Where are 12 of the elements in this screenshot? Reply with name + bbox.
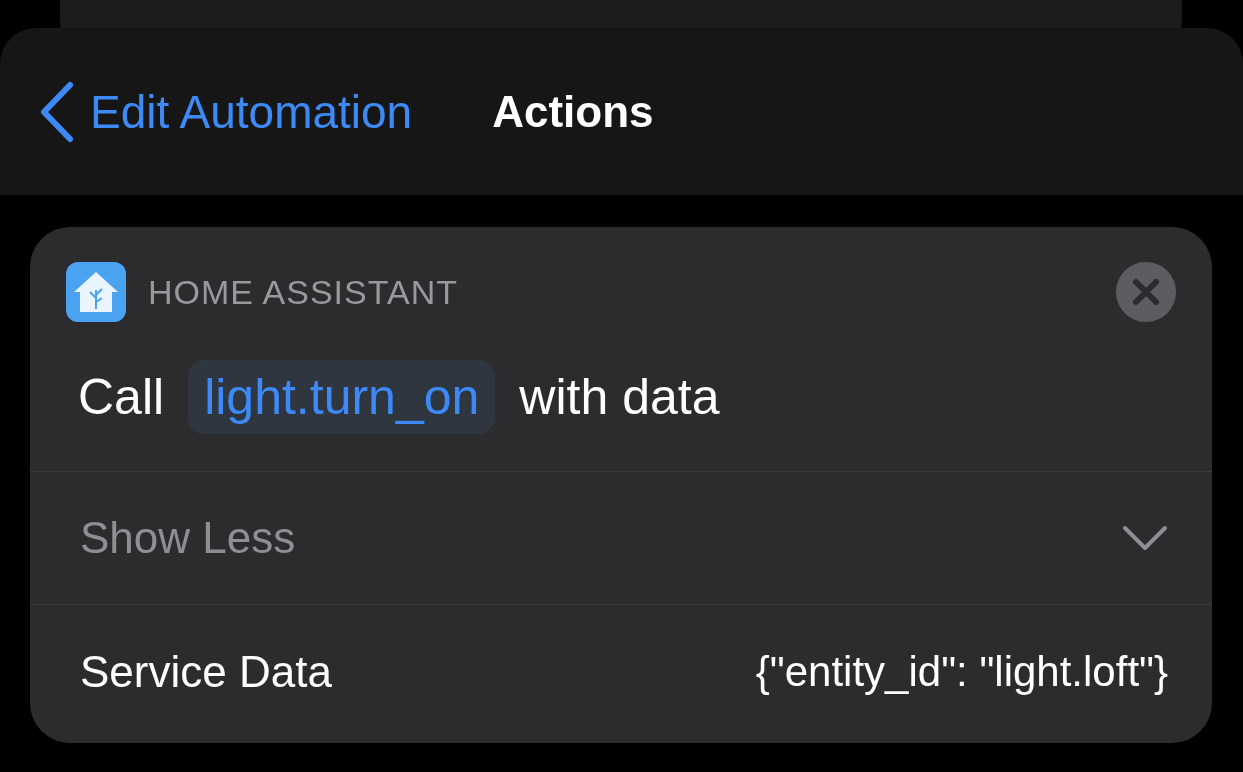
service-token[interactable]: light.turn_on — [188, 359, 496, 434]
field-value[interactable]: {"entity_id": "light.loft"} — [755, 647, 1168, 696]
field-label: Service Data — [80, 646, 332, 697]
show-less-button[interactable]: Show Less — [80, 513, 296, 563]
house-icon — [66, 262, 126, 322]
chevron-down-icon[interactable] — [1122, 525, 1168, 551]
sentence-text: with data — [519, 367, 720, 426]
app-name: HOME ASSISTANT — [148, 272, 459, 312]
screen-title: Actions — [492, 86, 654, 137]
back-button[interactable]: Edit Automation — [38, 80, 413, 143]
chevron-left-icon — [38, 80, 74, 143]
sentence-text: Call — [78, 367, 165, 426]
